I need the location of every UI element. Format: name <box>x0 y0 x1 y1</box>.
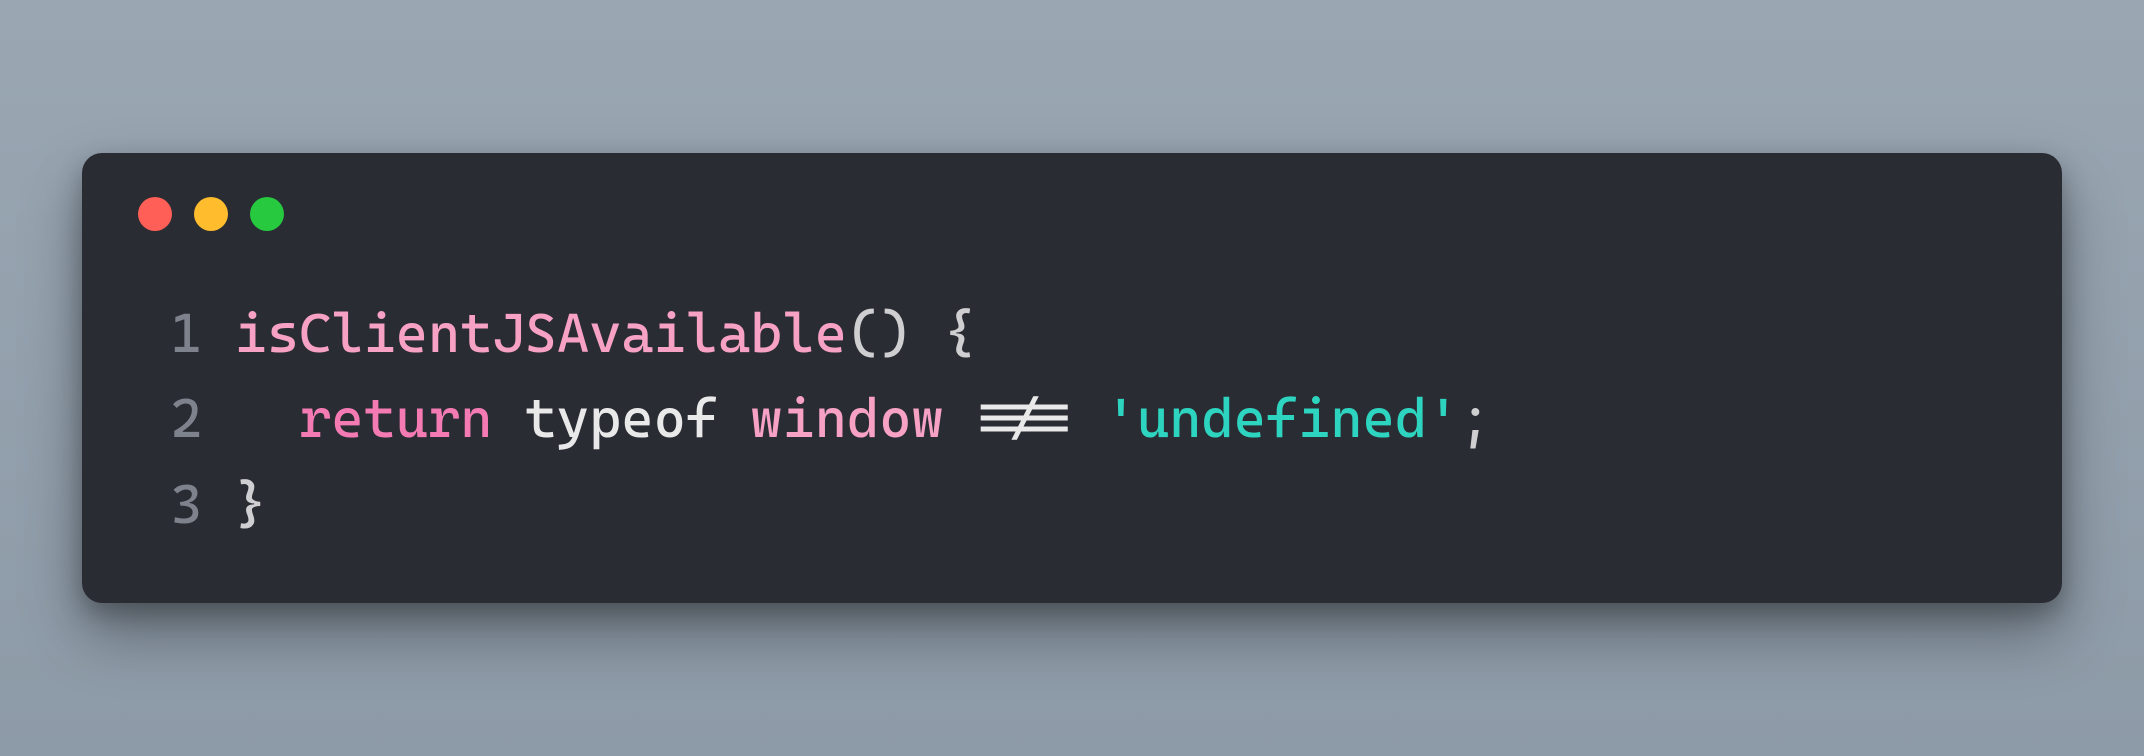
code-line: 2 return typeof window !== 'undefined'; <box>138 376 2006 461</box>
line-number: 2 <box>138 376 202 461</box>
window-titlebar <box>138 189 2006 231</box>
code-token: return <box>299 386 492 450</box>
code-token: () { <box>847 301 976 365</box>
code-line: 3} <box>138 462 2006 547</box>
code-line: 1 isClientJSAvailable() { <box>138 291 2006 376</box>
minimize-icon[interactable] <box>194 197 228 231</box>
code-token: !== <box>944 386 1105 450</box>
code-token: isClientJSAvailable <box>235 301 847 365</box>
line-content: return typeof window !== 'undefined'; <box>235 376 1492 461</box>
code-token: typeof <box>492 386 750 450</box>
line-number: 1 <box>138 291 202 376</box>
code-token <box>235 386 299 450</box>
zoom-icon[interactable] <box>250 197 284 231</box>
code-token: 'undefined' <box>1105 386 1460 450</box>
code-token: ; <box>1459 386 1491 450</box>
line-content: } <box>235 462 267 547</box>
code-block: 1isClientJSAvailable() {2 return typeof … <box>138 291 2006 547</box>
code-token: window <box>750 386 943 450</box>
close-icon[interactable] <box>138 197 172 231</box>
code-window: 1isClientJSAvailable() {2 return typeof … <box>82 153 2062 603</box>
line-number: 3 <box>138 462 202 547</box>
line-content: isClientJSAvailable() { <box>235 291 976 376</box>
code-token: } <box>235 472 267 536</box>
